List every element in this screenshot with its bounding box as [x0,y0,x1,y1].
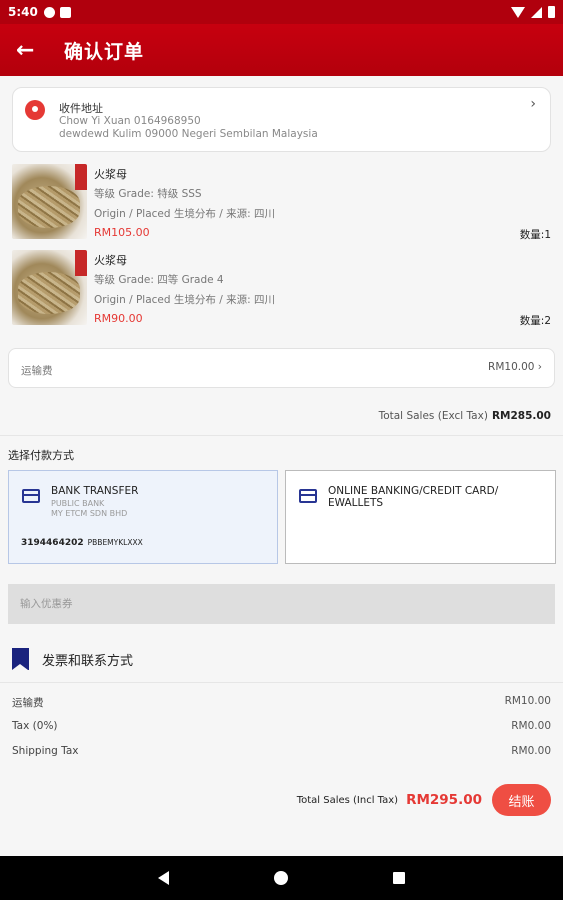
bookmark-icon [12,648,29,670]
payment-option-bank-transfer[interactable]: BANK TRANSFER PUBLIC BANK MY ETCM SDN BH… [8,470,278,564]
shipping-fee-value: RM10.00 › [488,361,542,373]
invoice-contact-section[interactable]: 发票和联系方式 [12,648,133,670]
product-price: RM90.00 [94,312,143,325]
coupon-input[interactable] [8,584,555,624]
chevron-right-icon: › [530,96,536,112]
payment-option-title: ONLINE BANKING/CREDIT CARD/ EWALLETS [328,485,498,509]
app-bar: ← 确认订单 [0,24,563,76]
shipping-address-card[interactable]: 收件地址 Chow Yi Xuan 0164968950 dewdewd Kul… [12,87,551,152]
summary-row-shipping: 运输费 RM10.00 [12,695,551,710]
bank-swift-code: PBBEMYKLXXX [87,538,143,547]
product-grade: 等级 Grade: 特级 SSS [94,188,202,200]
bank-account-holder: MY ETCM SDN BHD [51,509,128,518]
product-origin: Origin / Placed 生境分布 / 来源: 四川 [94,208,275,220]
summary-label: Shipping Tax [12,745,79,757]
total-label: Total Sales (Incl Tax) [296,794,399,806]
payment-option-bank: PUBLIC BANK MY ETCM SDN BHD [51,499,127,519]
credit-card-icon [299,489,317,503]
location-pin-icon [25,100,45,120]
bank-account: 3194464202 PBBEMYKLXXX [21,538,143,548]
credit-card-icon [22,489,40,503]
product-image [12,250,87,325]
recipient-name-phone: Chow Yi Xuan 0164968950 [59,115,201,127]
sd-card-icon [59,6,71,18]
battery-icon [548,6,555,18]
summary-value: RM10.00 [504,695,551,707]
status-bar: 5:40 [0,0,563,24]
brand-badge [75,250,87,276]
product-name: 火浆母 [94,168,127,181]
product-item[interactable]: 火浆母 等级 Grade: 特级 SSS Origin / Placed 生境分… [12,164,553,241]
divider [0,435,563,436]
signal-icon [531,6,542,18]
bank-name: PUBLIC BANK [51,499,105,508]
nav-home-icon[interactable] [274,871,288,885]
nav-back-icon[interactable] [158,871,169,885]
payment-option-title: BANK TRANSFER [51,485,139,497]
product-grade: 等级 Grade: 四等 Grade 4 [94,274,224,286]
invoice-title: 发票和联系方式 [42,653,134,669]
system-nav-bar [0,856,563,900]
product-item[interactable]: 火浆母 等级 Grade: 四等 Grade 4 Origin / Placed… [12,250,553,327]
product-quantity: 数量:2 [519,315,551,327]
page-title: 确认订单 [64,40,145,63]
product-image [12,164,87,239]
total-amount: RM295.00 [406,792,482,808]
app-notification-icon [43,6,55,18]
recipient-address: dewdewd Kulim 09000 Negeri Sembilan Mala… [59,128,318,140]
product-quantity: 数量:1 [519,229,551,241]
payment-option-title-line1: ONLINE BANKING/CREDIT CARD/ [328,485,499,497]
status-time: 5:40 [8,5,38,19]
checkout-button[interactable]: 结账 [492,784,551,816]
product-origin: Origin / Placed 生境分布 / 来源: 四川 [94,294,275,306]
subtotal-excl-tax: Total Sales (Excl Tax) RM285.00 [379,410,551,422]
total-row: Total Sales (Incl Tax) RM295.00 结账 [297,784,551,816]
subtotal-label: Total Sales (Excl Tax) [378,410,488,422]
subtotal-value: RM285.00 [491,410,551,422]
summary-label: 运输费 [12,697,44,709]
payment-option-online-banking[interactable]: ONLINE BANKING/CREDIT CARD/ EWALLETS [285,470,556,564]
brand-badge [75,164,87,190]
wifi-icon [511,6,525,18]
summary-label: Tax (0%) [12,720,58,732]
divider [0,682,563,683]
address-label: 收件地址 [59,102,103,115]
arrow-left-icon[interactable]: ← [16,38,40,63]
nav-recents-icon[interactable] [393,872,405,884]
summary-value: RM0.00 [511,745,551,757]
product-price: RM105.00 [94,226,150,239]
summary-value: RM0.00 [511,720,551,732]
payment-method-title: 选择付款方式 [8,449,74,462]
payment-option-title-line2: EWALLETS [328,497,384,509]
shipping-fee-row[interactable]: 运输费 RM10.00 › [8,348,555,388]
product-name: 火浆母 [94,254,127,267]
summary-row-shipping-tax: Shipping Tax RM0.00 [12,745,551,757]
shipping-fee-label: 运输费 [21,365,53,377]
bank-account-number: 3194464202 [21,538,84,548]
summary-row-tax: Tax (0%) RM0.00 [12,720,551,732]
